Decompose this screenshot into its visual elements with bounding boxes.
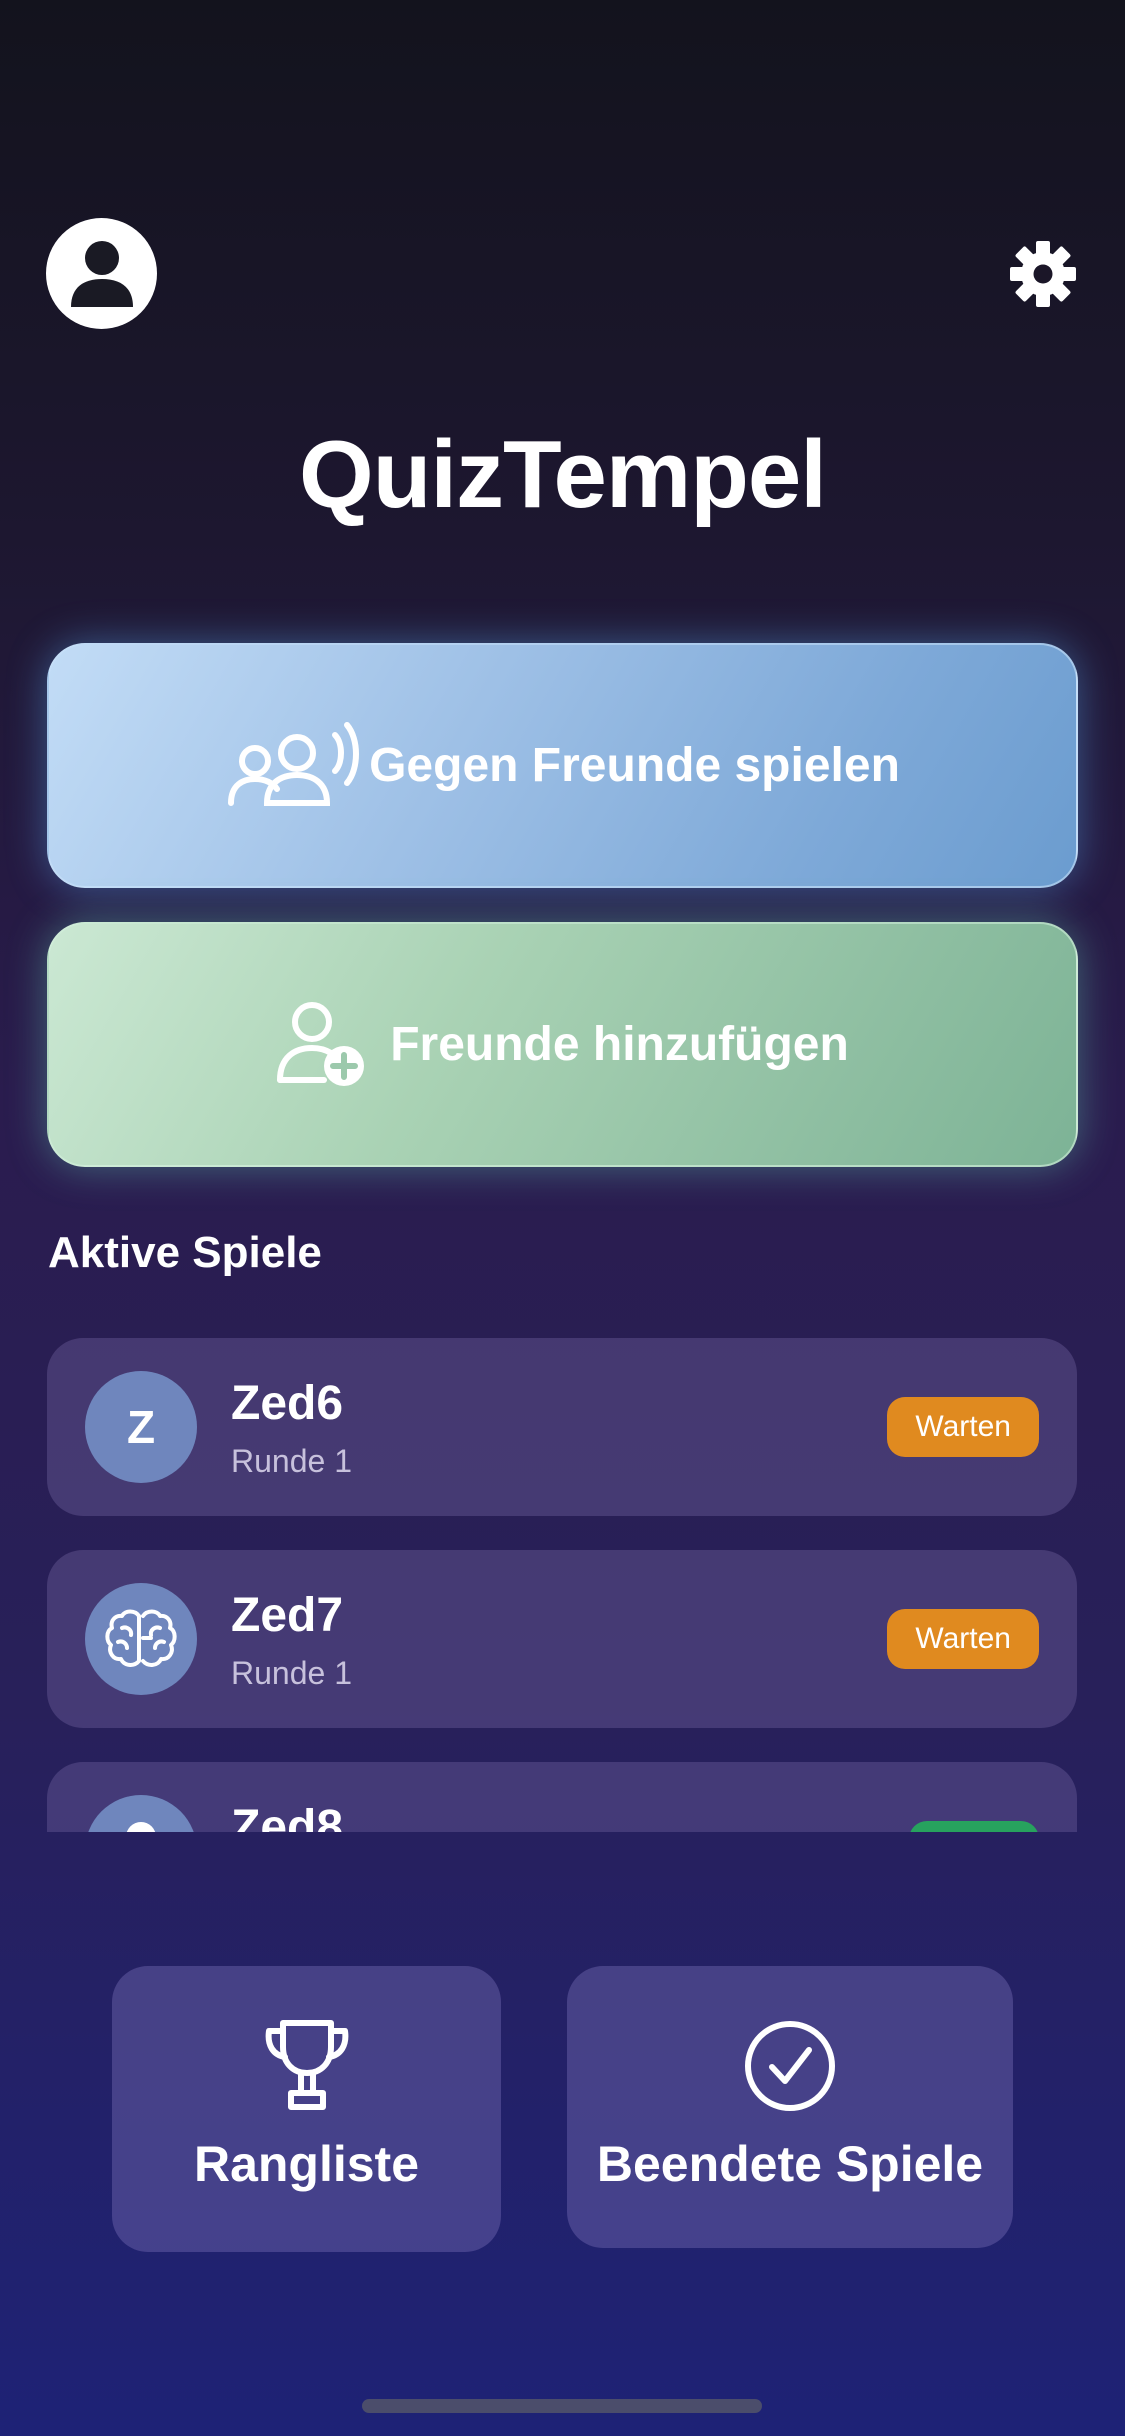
game-round: Runde 1 bbox=[231, 1655, 352, 1691]
person-add-icon bbox=[276, 1000, 368, 1090]
status-badge: Warten bbox=[887, 1397, 1039, 1457]
add-friends-button[interactable]: Freunde hinzufügen bbox=[47, 922, 1078, 1167]
add-friends-label: Freunde hinzufügen bbox=[390, 1018, 849, 1071]
game-opponent-name: Zed6 bbox=[231, 1377, 344, 1430]
game-opponent-name: Zed8 bbox=[231, 1801, 344, 1832]
play-against-friends-label: Gegen Freunde spielen bbox=[369, 739, 900, 792]
status-badge: Warten bbox=[887, 1609, 1039, 1669]
active-games-heading: Aktive Spiele bbox=[48, 1228, 322, 1277]
leaderboard-button[interactable]: Rangliste bbox=[112, 1966, 501, 2252]
game-avatar: Z bbox=[85, 1371, 197, 1483]
game-card-zed8[interactable]: Zed8 bbox=[47, 1762, 1077, 1832]
game-opponent-name: Zed7 bbox=[231, 1589, 344, 1642]
settings-button[interactable] bbox=[1009, 240, 1077, 308]
profile-button[interactable] bbox=[46, 218, 157, 329]
trophy-icon bbox=[261, 2016, 353, 2116]
gear-icon bbox=[1010, 241, 1076, 307]
app-title: QuizTempel bbox=[299, 421, 827, 528]
game-avatar bbox=[85, 1583, 197, 1695]
play-against-friends-button[interactable]: Gegen Freunde spielen bbox=[47, 643, 1078, 888]
status-badge bbox=[909, 1821, 1039, 1832]
person-icon bbox=[126, 1822, 156, 1832]
brain-icon bbox=[105, 1609, 177, 1667]
check-circle-icon bbox=[743, 2016, 837, 2116]
finished-games-button[interactable]: Beendete Spiele bbox=[567, 1966, 1013, 2248]
game-avatar bbox=[85, 1795, 197, 1832]
home-indicator[interactable] bbox=[362, 2399, 762, 2413]
active-games-list[interactable]: Z Zed6 Runde 1 Warten Zed7 Runde 1 Warte… bbox=[0, 1320, 1125, 1832]
game-card-zed6[interactable]: Z Zed6 Runde 1 Warten bbox=[47, 1338, 1077, 1516]
game-card-zed7[interactable]: Zed7 Runde 1 Warten bbox=[47, 1550, 1077, 1728]
game-round: Runde 1 bbox=[231, 1443, 352, 1479]
group-call-icon bbox=[225, 721, 365, 811]
finished-games-label: Beendete Spiele bbox=[596, 2136, 984, 2192]
person-icon bbox=[70, 240, 133, 307]
leaderboard-label: Rangliste bbox=[193, 2136, 420, 2192]
